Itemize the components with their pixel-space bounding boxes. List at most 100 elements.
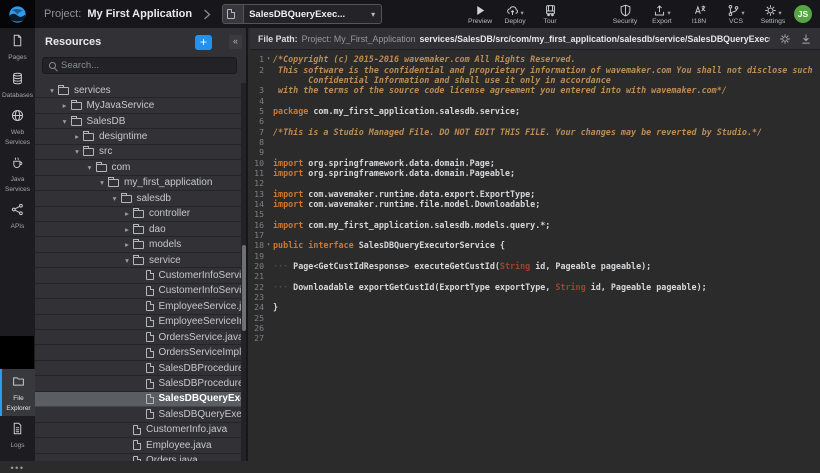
tree-item-label: SalesDBProcedureExecutorServiceImpl.java [159, 378, 244, 389]
line-number: 17 [250, 230, 264, 240]
tree-item-ordersservice-java[interactable]: OrdersService.java [35, 330, 243, 345]
tree-item-label: salesdb [137, 193, 171, 204]
code-line: 14import com.wavemaker.runtime.file.mode… [250, 199, 820, 209]
chevron-right-icon [203, 9, 211, 20]
tree-item-salesdbprocedureexecutorservice-java[interactable]: SalesDBProcedureExecutorService.java [35, 361, 243, 376]
tree-item-customerinfoserviceimpl-java[interactable]: CustomerInfoServiceImpl.java [35, 284, 243, 299]
add-resource-button[interactable]: + [195, 35, 212, 50]
file-icon [133, 440, 141, 450]
preview-button[interactable]: Preview [466, 3, 494, 25]
search-input[interactable] [61, 60, 230, 71]
line-number: 8 [250, 137, 264, 147]
tree-item-employeeservice-java[interactable]: EmployeeService.java [35, 299, 243, 314]
code-line: 22··· Downloadable exportGetCustId(Expor… [250, 282, 820, 292]
code-line: 16import com.my_first_application.salesd… [250, 220, 820, 230]
folder-icon [71, 102, 82, 110]
tour-button[interactable]: Tour [536, 3, 564, 25]
tree-item-dao[interactable]: ▸dao [35, 222, 243, 237]
settings-label: Settings [761, 18, 786, 25]
file-icon [146, 379, 154, 389]
settings-button[interactable]: ▾Settings [759, 3, 787, 25]
tree-item-myjavaservice[interactable]: ▸MyJavaService [35, 98, 243, 113]
code-area[interactable]: 1▾/*Copyright (c) 2015-2016 wavemaker.co… [250, 50, 820, 461]
user-avatar[interactable]: JS [794, 5, 812, 23]
chevron-down-icon: ▾ [667, 9, 670, 17]
tree-item-salesdbqueryexecutorservice-java[interactable]: SalesDBQueryExecutorService.java [35, 392, 243, 407]
file-tree: ▾services▸MyJavaService▾SalesDB▸designti… [35, 83, 243, 461]
tree-item-service[interactable]: ▾service [35, 253, 243, 268]
tree-item-label: services [74, 85, 111, 96]
file-icon [146, 394, 154, 404]
tree-item-my_first_application[interactable]: ▾my_first_application [35, 176, 243, 191]
deploy-button[interactable]: ▾Deploy [501, 3, 529, 25]
bus-icon [544, 3, 557, 17]
fold-arrow-icon[interactable]: ▾ [264, 242, 273, 248]
tree-item-designtime[interactable]: ▸designtime [35, 129, 243, 144]
export-label: Export [652, 18, 672, 25]
project-name: My First Application [87, 8, 192, 20]
tree-scrollbar-thumb[interactable] [242, 245, 246, 331]
download-icon[interactable] [800, 33, 812, 45]
fold-arrow-icon[interactable]: ▾ [264, 56, 273, 62]
sidebar-item-logs[interactable]: Logs [0, 416, 35, 454]
chevron-down-icon: ▾ [121, 256, 133, 265]
sidebar-item-file-explorer[interactable]: FileExplorer [0, 369, 35, 416]
code-line: 13import com.wavemaker.runtime.data.expo… [250, 188, 820, 198]
sidebar-item-java-services[interactable]: JavaServices [0, 150, 35, 197]
tree-item-label: EmployeeService.java [159, 301, 244, 312]
line-number: 24 [250, 302, 264, 312]
tree-item-label: my_first_application [124, 177, 212, 188]
tree-item-employeeserviceimpl-java[interactable]: EmployeeServiceImpl.java [35, 315, 243, 330]
wavemaker-logo-icon [8, 5, 27, 24]
tree-item-salesdb[interactable]: ▾SalesDB [35, 114, 243, 129]
vcs-button[interactable]: ▾VCS [722, 3, 750, 25]
gear-icon[interactable] [779, 33, 791, 45]
tree-item-orders-java[interactable]: Orders.java [35, 454, 243, 462]
tree-item-salesdb[interactable]: ▾ salesdb [35, 191, 243, 206]
code-line: 3 with the terms of the source code lice… [250, 85, 820, 95]
sidebar-item-apis[interactable]: APIs [0, 197, 35, 235]
tree-item-customerinfo-java[interactable]: CustomerInfo.java [35, 423, 243, 438]
tree-scrollbar [241, 83, 246, 461]
resources-title: Resources [45, 36, 195, 48]
database-icon [11, 72, 24, 90]
sidebar-item-pages[interactable]: Pages [0, 28, 35, 66]
code-line: 7/*This is a Studio Managed File. DO NOT… [250, 126, 820, 136]
open-file-tab[interactable]: SalesDBQueryExec... ▾ [222, 4, 382, 24]
tree-item-models[interactable]: ▸models [35, 237, 243, 252]
collapse-panel-button[interactable]: « [229, 35, 242, 49]
tree-item-salesdbprocedureexecutorserviceimpl-java[interactable]: SalesDBProcedureExecutorServiceImpl.java [35, 376, 243, 391]
vcs-label: VCS [729, 18, 743, 25]
code-line: 24} [250, 302, 820, 312]
folder-icon [121, 195, 132, 203]
export-button[interactable]: ▾Export [648, 3, 676, 25]
chevron-down-icon: ▾ [741, 9, 744, 17]
folder-icon [58, 87, 69, 95]
code-line: 6 [250, 116, 820, 126]
security-button[interactable]: Security [611, 3, 639, 25]
tree-item-salesdbqueryexecutorserviceimpl-java[interactable]: SalesDBQueryExecutorServiceImpl.java [35, 407, 243, 422]
sidebar-item-databases[interactable]: Databases [0, 66, 35, 104]
more-options-button[interactable]: ••• [0, 463, 35, 473]
wavemaker-logo-icon[interactable] [0, 0, 35, 28]
deploy-label: Deploy [504, 18, 525, 25]
globe-icon [11, 109, 24, 127]
tree-item-controller[interactable]: ▸controller [35, 207, 243, 222]
tree-item-label: Orders.java [146, 455, 198, 461]
chevron-down-icon: ▾ [84, 163, 96, 172]
tree-item-employee-java[interactable]: Employee.java [35, 438, 243, 453]
tree-item-customerinfoservice-java[interactable]: CustomerInfoService.java [35, 268, 243, 283]
tree-item-label: MyJavaService [87, 100, 155, 111]
tree-item-com[interactable]: ▾com [35, 160, 243, 175]
line-number: 18 [250, 240, 264, 250]
toolbar-left-actions: Preview ▾Deploy Tour [466, 3, 564, 25]
sidebar-item-web-services[interactable]: WebServices [0, 103, 35, 150]
file-icon [146, 332, 154, 342]
tree-item-ordersserviceimpl-java[interactable]: OrdersServiceImpl.java [35, 345, 243, 360]
tree-item-src[interactable]: ▾src [35, 145, 243, 160]
i18n-button[interactable]: I18N [685, 3, 713, 25]
line-number: 19 [250, 251, 264, 261]
left-rail: PagesDatabasesWebServicesJavaServicesAPI… [0, 28, 35, 461]
chevron-down-icon: ▾ [109, 194, 121, 203]
tree-item-services[interactable]: ▾services [35, 83, 243, 98]
